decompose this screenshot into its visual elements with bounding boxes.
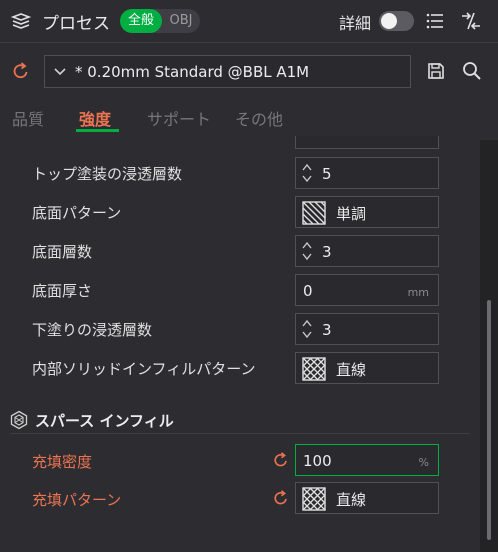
sparse-infill-section-title: スパース インフィル — [35, 412, 174, 430]
spinner-icon[interactable] — [301, 318, 313, 340]
reset-icon[interactable] — [11, 61, 31, 81]
top-infill-layers-value: 5 — [322, 165, 332, 183]
rectilinear-pattern-icon — [302, 487, 326, 511]
active-tab-indicator — [76, 129, 119, 132]
tab-strength[interactable]: 強度 — [79, 106, 111, 130]
infill-pattern-label: 充填パターン — [32, 491, 122, 509]
section-divider — [10, 433, 470, 434]
section-hex-icon — [10, 410, 28, 430]
infill-density-input[interactable]: 100 % — [295, 444, 439, 476]
search-icon[interactable] — [461, 60, 483, 82]
scrollbar-thumb[interactable] — [487, 300, 491, 540]
toggle-knob — [381, 13, 397, 29]
internal-solid-pattern-label: 内部ソリッドインフィルパターン — [32, 360, 256, 378]
infill-pattern-select[interactable]: 直線 — [295, 482, 439, 514]
compare-icon[interactable] — [460, 10, 482, 32]
bottom-shell-layers-label: 下塗りの浸透層数 — [32, 321, 153, 339]
tab-support[interactable]: サポート — [147, 106, 211, 130]
bottom-shell-layers-input[interactable]: 3 — [295, 313, 439, 345]
bottom-thickness-input[interactable]: 0 mm — [295, 274, 439, 306]
rectilinear-pattern-icon — [302, 357, 326, 381]
spinner-icon[interactable] — [301, 162, 313, 184]
spinner-icon[interactable] — [301, 240, 313, 262]
infill-pattern-value: 直線 — [336, 491, 367, 509]
process-header: プロセス 全般 OBJ 詳細 — [0, 0, 498, 42]
save-icon[interactable] — [426, 61, 446, 81]
tab-others[interactable]: その他 — [235, 106, 283, 130]
bottom-thickness-unit: mm — [407, 286, 429, 299]
clipped-field — [295, 136, 439, 149]
bottom-pattern-label: 底面パターン — [32, 204, 122, 222]
panel-title: プロセス — [42, 14, 110, 34]
bottom-layers-label: 底面層数 — [32, 243, 93, 261]
bottom-layers-input[interactable]: 3 — [295, 235, 439, 267]
monotonic-pattern-icon — [302, 201, 326, 225]
detail-label: 詳細 — [339, 14, 372, 33]
chevron-down-icon — [54, 68, 66, 76]
detail-toggle[interactable] — [379, 11, 414, 31]
mode-global-button[interactable]: 全般 — [120, 9, 162, 33]
bottom-thickness-label: 底面厚さ — [32, 282, 93, 300]
tab-quality[interactable]: 品質 — [12, 106, 44, 130]
preset-name: * 0.20mm Standard @BBL A1M — [75, 63, 310, 81]
header-divider — [0, 42, 498, 43]
mode-object-button[interactable]: OBJ — [164, 9, 198, 33]
top-infill-layers-input[interactable]: 5 — [295, 157, 439, 189]
bottom-pattern-value: 単調 — [336, 205, 367, 223]
mode-switch[interactable]: 全般 OBJ — [120, 9, 200, 33]
infill-density-unit: % — [418, 456, 429, 469]
bottom-shell-layers-value: 3 — [322, 321, 332, 339]
layers-icon — [10, 13, 32, 29]
preset-select[interactable]: * 0.20mm Standard @BBL A1M — [44, 55, 411, 88]
top-infill-layers-label: トップ塗装の浸透層数 — [32, 165, 183, 183]
reset-icon[interactable] — [272, 451, 290, 469]
infill-density-value: 100 — [303, 452, 332, 470]
internal-solid-pattern-value: 直線 — [336, 361, 367, 379]
bottom-thickness-value: 0 — [303, 282, 313, 300]
internal-solid-pattern-select[interactable]: 直線 — [295, 352, 439, 384]
list-icon[interactable] — [425, 11, 445, 31]
infill-density-label: 充填密度 — [32, 453, 93, 471]
bottom-layers-value: 3 — [322, 243, 332, 261]
reset-icon[interactable] — [272, 489, 290, 507]
bottom-pattern-select[interactable]: 単調 — [295, 196, 439, 228]
